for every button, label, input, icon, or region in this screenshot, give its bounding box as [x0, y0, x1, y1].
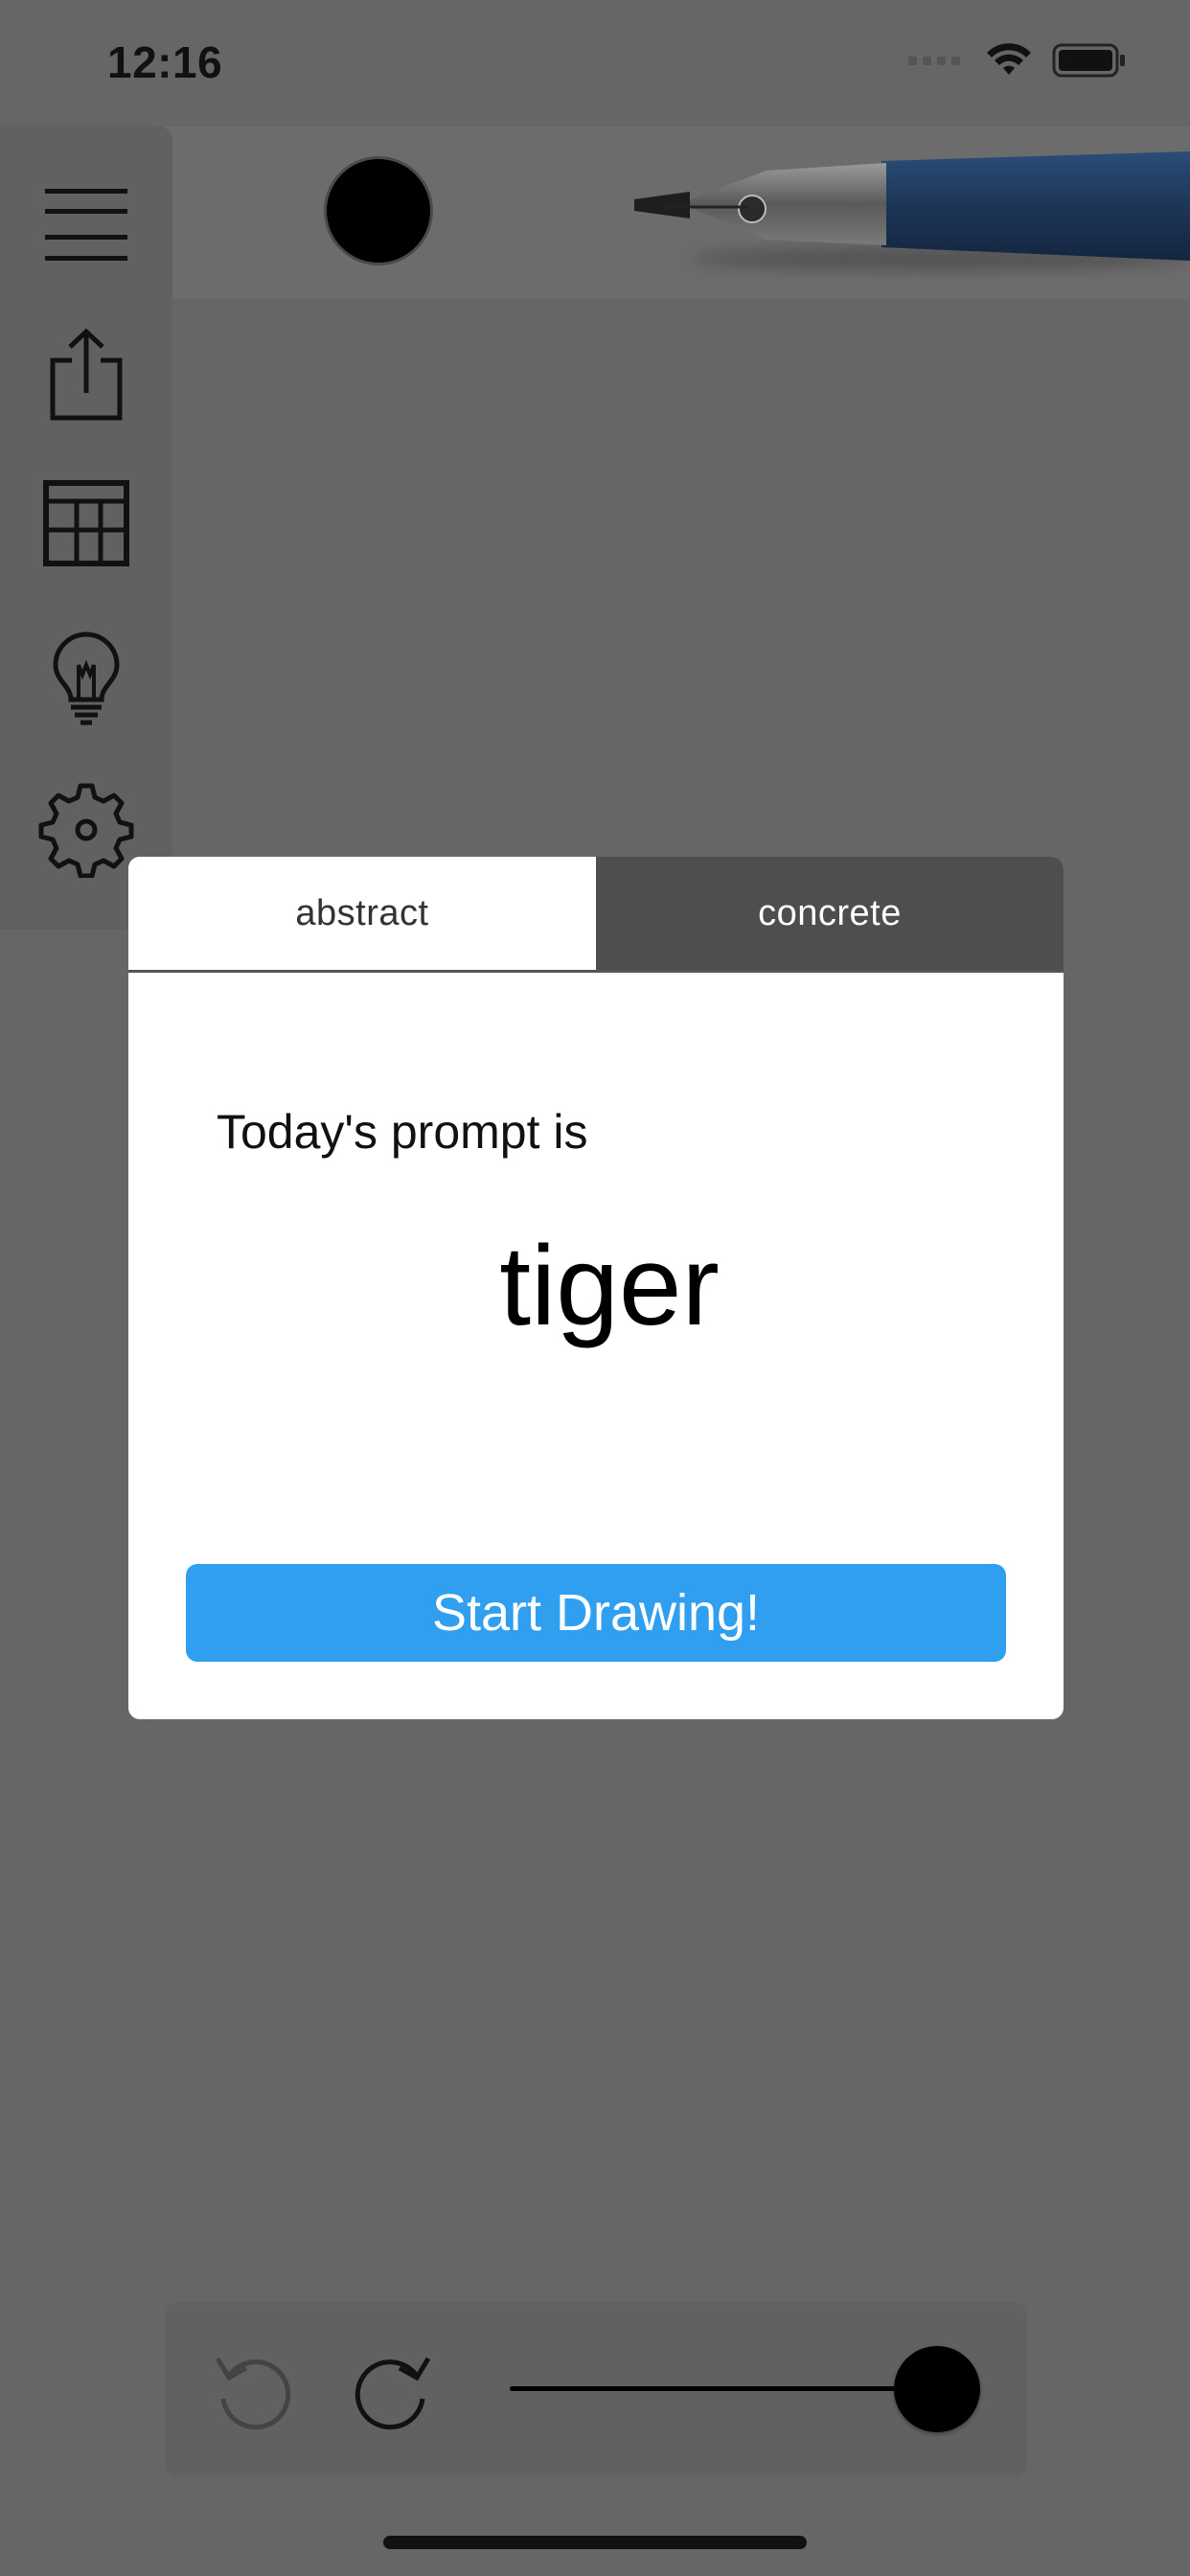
brush-size-slider[interactable] [510, 2386, 941, 2391]
grid-button[interactable] [34, 472, 138, 575]
tab-abstract[interactable]: abstract [128, 857, 596, 970]
color-picker-button[interactable] [324, 156, 433, 265]
undo-button[interactable] [203, 2336, 309, 2442]
grid-icon [43, 480, 129, 566]
brush-size-slider-thumb[interactable] [894, 2346, 980, 2432]
gear-icon [38, 783, 134, 878]
share-button[interactable] [34, 322, 138, 426]
prompt-word: tiger [499, 1223, 720, 1349]
start-drawing-button[interactable]: Start Drawing! [186, 1564, 1006, 1662]
idea-button[interactable] [34, 627, 138, 730]
prompt-type-tabs: abstract concrete [128, 857, 1064, 973]
undo-icon [215, 2357, 291, 2430]
menu-icon [45, 189, 127, 261]
menu-button[interactable] [34, 172, 138, 276]
cellular-signal-icon [908, 56, 960, 65]
settings-button[interactable] [34, 778, 138, 882]
fountain-pen-icon[interactable] [623, 144, 1190, 278]
side-toolbar [0, 126, 172, 930]
battery-icon [1052, 43, 1125, 78]
prompt-dialog: abstract concrete Today's prompt is tige… [128, 857, 1064, 1719]
bottom-toolbar [165, 2302, 1027, 2476]
lightbulb-icon [53, 632, 120, 725]
redo-icon [355, 2357, 431, 2430]
redo-button[interactable] [337, 2336, 443, 2442]
drawing-screen: 12:16 abstract concrete Today's prompt i… [0, 0, 1190, 2576]
home-indicator [383, 2536, 807, 2549]
wifi-icon [987, 43, 1031, 75]
tab-concrete[interactable]: concrete [596, 857, 1064, 970]
status-icons [908, 42, 1127, 79]
share-icon [50, 328, 123, 421]
prompt-intro-text: Today's prompt is [217, 1105, 588, 1159]
status-time: 12:16 [107, 37, 223, 87]
